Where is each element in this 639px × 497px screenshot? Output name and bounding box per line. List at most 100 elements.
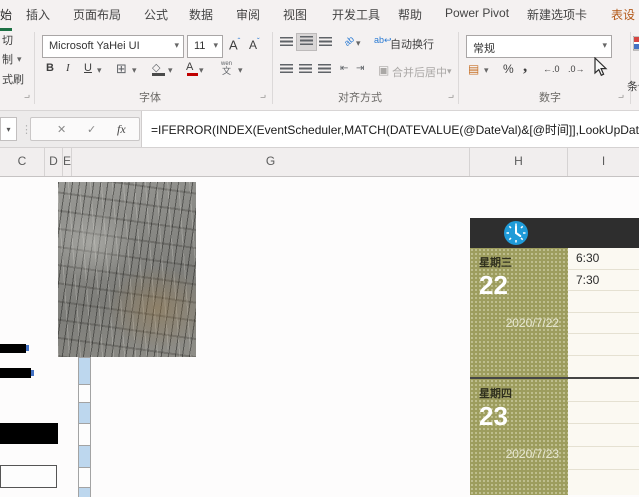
conditional-formatting-label-partial[interactable]: 条件	[627, 78, 639, 94]
fill-color-dropdown-icon[interactable]: ▾	[168, 65, 173, 76]
outlined-cell-box[interactable]	[0, 465, 57, 488]
format-painter-button-partial[interactable]: 式刷	[2, 71, 24, 87]
time-cell[interactable]: 7:30	[568, 270, 639, 291]
cell-highlight[interactable]	[79, 445, 90, 467]
number-dialog-launcher-icon[interactable]: ⌐	[618, 91, 624, 102]
tab-review[interactable]: 审阅	[236, 6, 260, 23]
align-bottom-icon[interactable]	[319, 37, 332, 49]
comma-style-button[interactable]: ,	[523, 56, 527, 76]
time-cell[interactable]	[568, 356, 639, 378]
font-name-combo[interactable]: Microsoft YaHei UI ▾	[42, 35, 184, 58]
cell[interactable]	[79, 423, 90, 445]
grow-font-button[interactable]: Aˆ	[229, 37, 240, 52]
increase-decimal-button[interactable]: ←.0	[543, 64, 560, 74]
borders-dropdown-icon[interactable]: ▾	[132, 65, 137, 76]
number-format-combo[interactable]: 常规 ▾	[466, 35, 612, 58]
align-left-icon[interactable]	[280, 64, 293, 76]
increase-indent-icon[interactable]: ⇥	[356, 63, 364, 74]
calendar-date-cell-wed[interactable]: 星期三 22 2020/7/22	[470, 248, 568, 377]
phonetic-guide-icon[interactable]: wen 文	[221, 59, 232, 76]
date-label: 2020/7/23	[505, 447, 559, 461]
font-color-button[interactable]: A	[186, 61, 198, 76]
name-box-partial[interactable]: ▾	[0, 117, 17, 141]
align-center-icon[interactable]	[299, 64, 312, 76]
redaction-cursor-mark	[31, 370, 34, 376]
time-cell[interactable]	[568, 424, 639, 448]
conditional-formatting-icon[interactable]	[633, 36, 639, 56]
decrease-indent-icon[interactable]: ⇤	[340, 63, 348, 74]
font-name-dropdown-icon[interactable]: ▾	[174, 40, 179, 51]
font-color-dropdown-icon[interactable]: ▾	[199, 65, 204, 76]
time-cell[interactable]: 6:30	[568, 248, 639, 270]
formula-input[interactable]: =IFERROR(INDEX(EventScheduler,MATCH(DATE…	[141, 111, 639, 147]
align-right-icon[interactable]	[318, 64, 331, 76]
time-cell[interactable]	[568, 447, 639, 470]
font-size-dropdown-icon[interactable]: ▾	[213, 40, 218, 51]
column-header-e[interactable]: E	[63, 148, 72, 176]
copy-dropdown-icon[interactable]: ▾	[17, 54, 22, 65]
align-top-icon[interactable]	[280, 37, 293, 49]
font-size-combo[interactable]: 11 ▾	[187, 35, 223, 58]
tab-formulas[interactable]: 公式	[144, 6, 168, 23]
alignment-dialog-launcher-icon[interactable]: ⌐	[448, 91, 454, 102]
enter-button[interactable]: ✓	[87, 123, 96, 136]
time-cell[interactable]	[568, 334, 639, 356]
underline-button[interactable]: U	[84, 62, 92, 74]
calendar-date-cell-thu[interactable]: 星期四 23 2020/7/23	[470, 379, 568, 495]
number-format-dropdown-icon[interactable]: ▾	[602, 40, 607, 51]
merge-center-dropdown-icon: ▾	[447, 66, 452, 76]
cell[interactable]	[79, 384, 90, 402]
tab-power-pivot[interactable]: Power Pivot	[445, 6, 509, 20]
clipboard-dialog-launcher-icon[interactable]: ⌐	[24, 91, 30, 102]
cell-highlight[interactable]	[79, 402, 90, 423]
worksheet-grid[interactable]: 星期三 22 2020/7/22 6:30 7:30 星期四 23 2020/7…	[0, 177, 639, 497]
accounting-format-icon[interactable]: ▤	[468, 62, 479, 76]
underline-dropdown-icon[interactable]: ▾	[97, 65, 102, 76]
copy-button-partial[interactable]: 制	[2, 51, 13, 67]
tab-view[interactable]: 视图	[283, 6, 307, 23]
tab-page-layout[interactable]: 页面布局	[73, 6, 121, 23]
wood-texture-image[interactable]	[58, 182, 196, 357]
tab-data[interactable]: 数据	[189, 6, 213, 23]
time-cell[interactable]	[568, 470, 639, 493]
accounting-dropdown-icon[interactable]: ▾	[484, 65, 489, 76]
time-cell[interactable]	[568, 291, 639, 313]
tab-table-design-partial[interactable]: 表设	[611, 6, 635, 23]
cut-button-partial[interactable]: 切	[2, 32, 13, 48]
cell-highlight[interactable]	[79, 487, 90, 497]
phonetic-dropdown-icon[interactable]: ▾	[238, 65, 243, 76]
align-middle-icon[interactable]	[296, 33, 317, 51]
tab-new-tab[interactable]: 新建选项卡	[527, 6, 587, 23]
cell-highlight[interactable]	[79, 357, 90, 384]
insert-function-button[interactable]: fx	[117, 122, 126, 137]
tab-developer[interactable]: 开发工具	[332, 6, 380, 23]
font-group-label: 字体	[139, 92, 161, 104]
column-header-h[interactable]: H	[470, 148, 568, 176]
cancel-button[interactable]: ✕	[57, 123, 66, 136]
cell[interactable]	[79, 467, 90, 487]
decrease-decimal-button[interactable]: .0→	[568, 64, 585, 74]
orientation-icon[interactable]: ab	[342, 34, 356, 48]
ribbon-body: 切 制 ▾ 式刷 ⌐ Microsoft YaHei UI ▾ 11 ▾ Aˆ …	[0, 28, 639, 110]
fill-color-icon[interactable]: ◇	[152, 61, 165, 76]
font-dialog-launcher-icon[interactable]: ⌐	[260, 91, 266, 102]
wrap-text-icon[interactable]: ab↩	[374, 35, 392, 46]
tab-help[interactable]: 帮助	[398, 6, 422, 23]
orientation-dropdown-icon[interactable]: ▾	[356, 38, 361, 49]
column-header-c[interactable]: C	[0, 148, 45, 176]
wrap-text-button[interactable]: 自动换行	[390, 36, 434, 52]
borders-icon[interactable]: ⊞	[116, 61, 127, 77]
redacted-text-bar	[0, 344, 26, 353]
column-header-g[interactable]: G	[72, 148, 470, 176]
bold-button[interactable]: B	[46, 62, 54, 74]
time-cell[interactable]	[568, 402, 639, 425]
time-cell[interactable]	[568, 379, 639, 402]
shrink-font-button[interactable]: Aˇ	[249, 37, 260, 52]
time-cell[interactable]	[568, 313, 639, 334]
italic-button[interactable]: I	[66, 62, 70, 74]
column-header-i[interactable]: I	[568, 148, 639, 176]
tab-insert[interactable]: 插入	[26, 6, 50, 23]
day-number: 22	[479, 270, 508, 300]
percent-style-button[interactable]: %	[503, 62, 514, 76]
column-header-d[interactable]: D	[45, 148, 63, 176]
